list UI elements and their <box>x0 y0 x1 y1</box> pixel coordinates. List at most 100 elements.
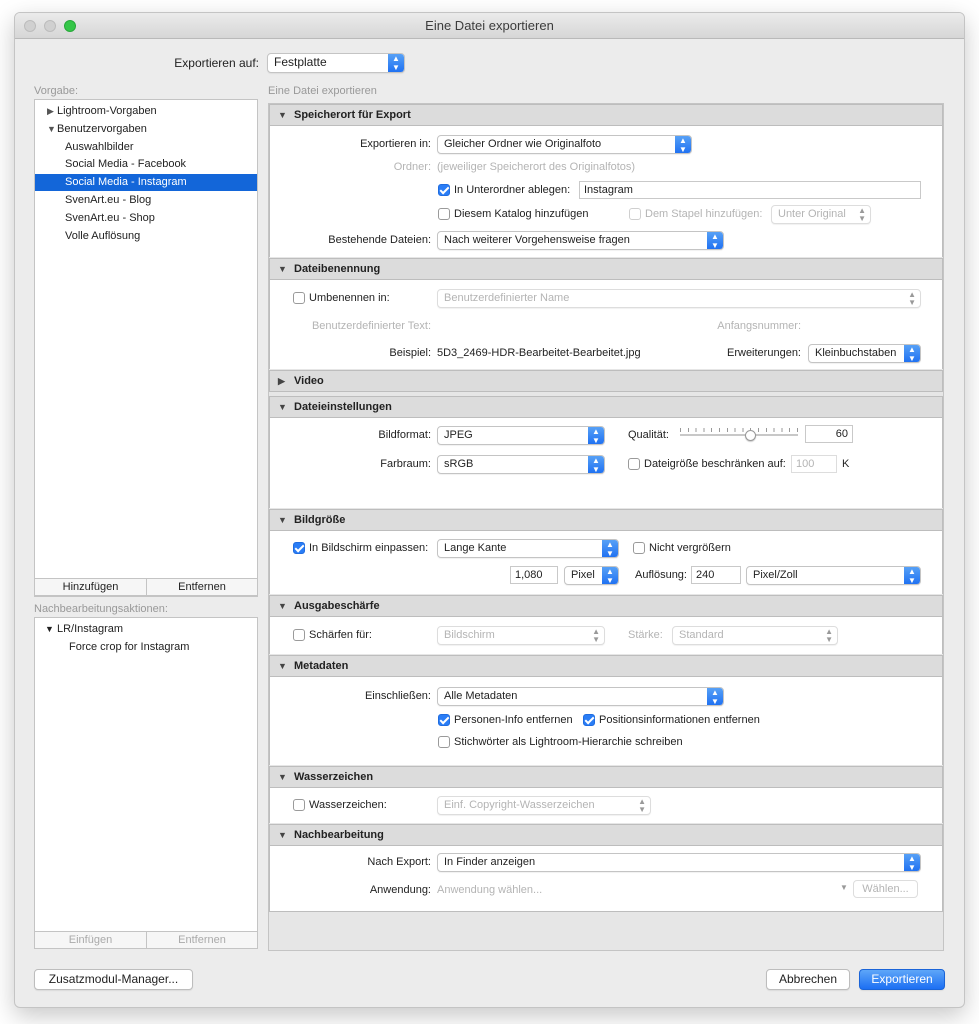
select-arrows-icon: ▲ ▼ <box>908 290 916 307</box>
quality-label: Qualität: <box>628 429 669 441</box>
extensions-select[interactable]: Kleinbuchstaben ▲ ▼ <box>808 344 921 363</box>
include-select[interactable]: Alle Metadaten ▲ ▼ <box>437 687 724 706</box>
disclosure-triangle-icon[interactable]: ▶ <box>47 103 54 120</box>
post-group-lr-instagram[interactable]: ▼ LR/Instagram <box>45 623 123 635</box>
resolution-input[interactable]: 240 <box>691 566 741 584</box>
keywords-hierarchy-checkbox[interactable] <box>438 736 450 748</box>
preset-item[interactable]: SvenArt.eu - Blog <box>35 192 257 209</box>
section-header-naming[interactable]: ▼ Dateibenennung <box>269 258 943 280</box>
size-input[interactable]: 1,080 <box>510 566 558 584</box>
post-action-item[interactable]: Force crop for Instagram <box>69 641 189 653</box>
section-header-file-settings[interactable]: ▼ Dateieinstellungen <box>269 396 943 418</box>
plugin-manager-button[interactable]: Zusatzmodul-Manager... <box>34 969 193 990</box>
colorspace-select[interactable]: sRGB ▲ ▼ <box>437 455 605 474</box>
remove-action-button[interactable]: Entfernen <box>146 931 258 949</box>
minimize-window-button[interactable] <box>44 20 56 32</box>
section-header-image-size[interactable]: ▼ Bildgröße <box>269 509 943 531</box>
disclosure-triangle-icon[interactable]: ▼ <box>47 121 56 138</box>
select-arrows-icon: ▲ ▼ <box>707 688 723 705</box>
section-header-metadata[interactable]: ▼ Metadaten <box>269 655 943 677</box>
quality-slider[interactable] <box>680 426 798 442</box>
sharpen-checkbox[interactable] <box>293 629 305 641</box>
limit-filesize-checkbox[interactable] <box>628 458 640 470</box>
section-title: Video <box>294 375 324 387</box>
section-image-size: In Bildschirm einpassen: Lange Kante ▲ ▼ N… <box>269 531 943 594</box>
limit-filesize-input[interactable]: 100 <box>791 455 837 473</box>
application-placeholder[interactable]: Anwendung wählen... <box>437 884 542 896</box>
rename-template-value: Benutzerdefinierter Name <box>444 292 570 304</box>
size-unit-value: Pixel <box>571 569 595 581</box>
subfolder-checkbox[interactable] <box>438 184 450 196</box>
example-label: Beispiel: <box>389 347 431 359</box>
section-header-video[interactable]: ▶ Video <box>269 370 943 392</box>
close-window-button[interactable] <box>24 20 36 32</box>
preset-item[interactable]: SvenArt.eu - Shop <box>35 210 257 227</box>
remove-location-checkbox[interactable] <box>583 714 595 726</box>
preset-item[interactable]: Social Media - Facebook <box>35 156 257 173</box>
fit-mode-select[interactable]: Lange Kante ▲ ▼ <box>437 539 619 558</box>
after-export-select[interactable]: In Finder anzeigen ▲ ▼ <box>437 853 921 872</box>
remove-person-info-checkbox[interactable] <box>438 714 450 726</box>
size-unit-select[interactable]: Pixel ▲ ▼ <box>564 566 619 585</box>
dont-enlarge-checkbox[interactable] <box>633 542 645 554</box>
zoom-window-button[interactable] <box>64 20 76 32</box>
expanded-triangle-icon: ▼ <box>278 772 287 782</box>
watermark-select[interactable]: Einf. Copyright-Wasserzeichen ▲ ▼ <box>437 796 651 815</box>
rename-label: Umbenennen in: <box>309 292 390 304</box>
add-to-stack-checkbox[interactable] <box>629 208 641 220</box>
dropdown-arrow-icon[interactable]: ▼ <box>840 883 848 892</box>
rename-checkbox[interactable] <box>293 292 305 304</box>
rename-template-select[interactable]: Benutzerdefinierter Name ▲ ▼ <box>437 289 921 308</box>
subfolder-input[interactable]: Instagram <box>579 181 921 199</box>
export-to-select[interactable]: Festplatte ▲ ▼ <box>267 53 405 73</box>
stack-position-select[interactable]: Unter Original ▲ ▼ <box>771 205 871 224</box>
preset-label: Social Media - Facebook <box>65 158 187 171</box>
choose-application-button[interactable]: Wählen... <box>853 880 918 898</box>
fit-screen-checkbox[interactable] <box>293 542 305 554</box>
section-sharpening: Schärfen für: Bildschirm ▲ ▼ Stärke: Stand… <box>269 617 943 654</box>
preset-item[interactable]: ▼ Benutzervorgaben <box>35 121 257 138</box>
insert-action-button[interactable]: Einfügen <box>34 931 147 949</box>
section-watermark: Wasserzeichen: Einf. Copyright-Wasserzei… <box>269 788 943 823</box>
folder-value: (jeweiliger Speicherort des Originalfoto… <box>437 161 636 173</box>
select-arrows-icon: ▲ ▼ <box>858 206 866 223</box>
fit-screen-label: In Bildschirm einpassen: <box>309 542 429 554</box>
export-button[interactable]: Exportieren <box>859 969 945 990</box>
existing-files-select[interactable]: Nach weiterer Vorgehensweise fragen ▲ ▼ <box>437 231 724 250</box>
sharpen-amount-select[interactable]: Standard ▲ ▼ <box>672 626 838 645</box>
cancel-button[interactable]: Abbrechen <box>766 969 850 990</box>
select-arrows-icon: ▲ ▼ <box>638 797 646 814</box>
export-dialog: Eine Datei exportieren Exportieren auf: … <box>14 12 965 1008</box>
select-arrows-icon: ▲ ▼ <box>592 627 600 644</box>
section-header-watermark[interactable]: ▼ Wasserzeichen <box>269 766 943 788</box>
remove-preset-button[interactable]: Entfernen <box>146 578 258 596</box>
preset-label: SvenArt.eu - Blog <box>65 194 152 206</box>
section-header-sharpening[interactable]: ▼ Ausgabeschärfe <box>269 595 943 617</box>
preset-item[interactable]: ▶ Lightroom-Vorgaben <box>35 103 257 120</box>
slider-thumb[interactable] <box>745 430 757 441</box>
folder-label: Ordner: <box>393 161 431 173</box>
preset-item[interactable]: Volle Auflösung <box>35 228 257 245</box>
limit-filesize-label: Dateigröße beschränken auf: <box>644 458 786 470</box>
add-to-catalog-checkbox[interactable] <box>438 208 450 220</box>
section-file-settings: Bildformat: JPEG ▲ ▼ Qualität: 60 Farbraum… <box>269 418 943 508</box>
sharpen-for-select[interactable]: Bildschirm ▲ ▼ <box>437 626 605 645</box>
select-arrows-icon: ▲ ▼ <box>825 627 833 644</box>
section-header-post-processing[interactable]: ▼ Nachbearbeitung <box>269 824 943 846</box>
section-header-location[interactable]: ▼ Speicherort für Export <box>269 104 943 126</box>
remove-person-info-label: Personen-Info entfernen <box>454 714 573 726</box>
watermark-checkbox[interactable] <box>293 799 305 811</box>
add-preset-button[interactable]: Hinzufügen <box>34 578 147 596</box>
custom-text-label: Benutzerdefinierter Text: <box>311 320 431 332</box>
preset-item[interactable]: Auswahlbilder <box>35 139 257 156</box>
main-header: Eine Datei exportieren <box>268 85 377 97</box>
resolution-unit-select[interactable]: Pixel/Zoll ▲ ▼ <box>746 566 921 585</box>
preset-item[interactable]: Social Media - Instagram <box>35 174 257 192</box>
export-in-select[interactable]: Gleicher Ordner wie Originalfoto ▲ ▼ <box>437 135 692 154</box>
example-filename: 5D3_2469-HDR-Bearbeitet-Bearbeitet.jpg <box>437 347 641 359</box>
select-arrows-icon: ▲ ▼ <box>707 232 723 249</box>
sharpen-label: Schärfen für: <box>309 629 372 641</box>
format-select[interactable]: JPEG ▲ ▼ <box>437 426 605 445</box>
quality-input[interactable]: 60 <box>805 425 853 443</box>
fit-mode-value: Lange Kante <box>444 542 507 554</box>
